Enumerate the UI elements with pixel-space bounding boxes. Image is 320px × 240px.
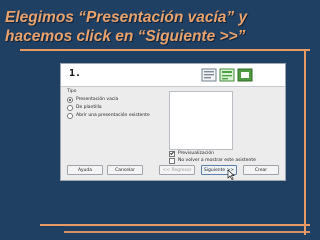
dont-show-again-row[interactable]: No volver a mostrar este asistente <box>169 157 256 164</box>
option-empty-presentation[interactable]: Presentación vacía <box>67 96 118 103</box>
preview-checkbox-label: Previsualización <box>178 151 214 156</box>
slide-title-line-2: hacemos click en “Siguiente >>” <box>5 28 246 45</box>
option-label: Abrir una presentación existente <box>76 113 150 118</box>
decorative-line-bottom-2 <box>64 231 310 233</box>
decorative-line-right <box>304 49 306 235</box>
dont-show-again-label: No volver a mostrar este asistente <box>178 158 256 163</box>
presentation-icon <box>201 68 217 82</box>
option-open-existing[interactable]: Abrir una presentación existente <box>67 112 150 119</box>
preview-checkbox[interactable] <box>169 150 175 157</box>
slide-title-line-1: Elegimos “Presentación vacía” y <box>5 9 248 26</box>
cancel-button[interactable]: Cancelar <box>107 165 143 175</box>
presentation-wizard-dialog: 1. Tipo Presentación vacía De plantilla … <box>60 63 286 181</box>
option-label: De plantilla <box>76 105 102 110</box>
radio-button[interactable] <box>67 104 73 111</box>
slide-title: Elegimos “Presentación vacía” y hacemos … <box>5 8 315 46</box>
back-button[interactable]: << Regresar <box>159 165 195 175</box>
create-button[interactable]: Crear <box>243 165 279 175</box>
slide-icon <box>237 68 253 82</box>
type-label: Tipo <box>67 89 77 94</box>
dont-show-again-checkbox[interactable] <box>169 157 175 164</box>
mouse-cursor-icon <box>227 170 235 180</box>
preview-pane <box>169 91 233 150</box>
option-from-template[interactable]: De plantilla <box>67 104 102 111</box>
wizard-header: 1. <box>61 64 285 87</box>
decorative-line-bottom <box>40 224 310 226</box>
help-button[interactable]: Ayuda <box>67 165 103 175</box>
template-icon <box>219 68 235 82</box>
option-label: Presentación vacía <box>76 97 119 102</box>
wizard-step-number: 1. <box>69 68 82 79</box>
radio-button[interactable] <box>67 112 73 119</box>
decorative-line-top <box>20 49 310 51</box>
preview-checkbox-row[interactable]: Previsualización <box>169 150 214 157</box>
radio-button[interactable] <box>67 96 73 103</box>
